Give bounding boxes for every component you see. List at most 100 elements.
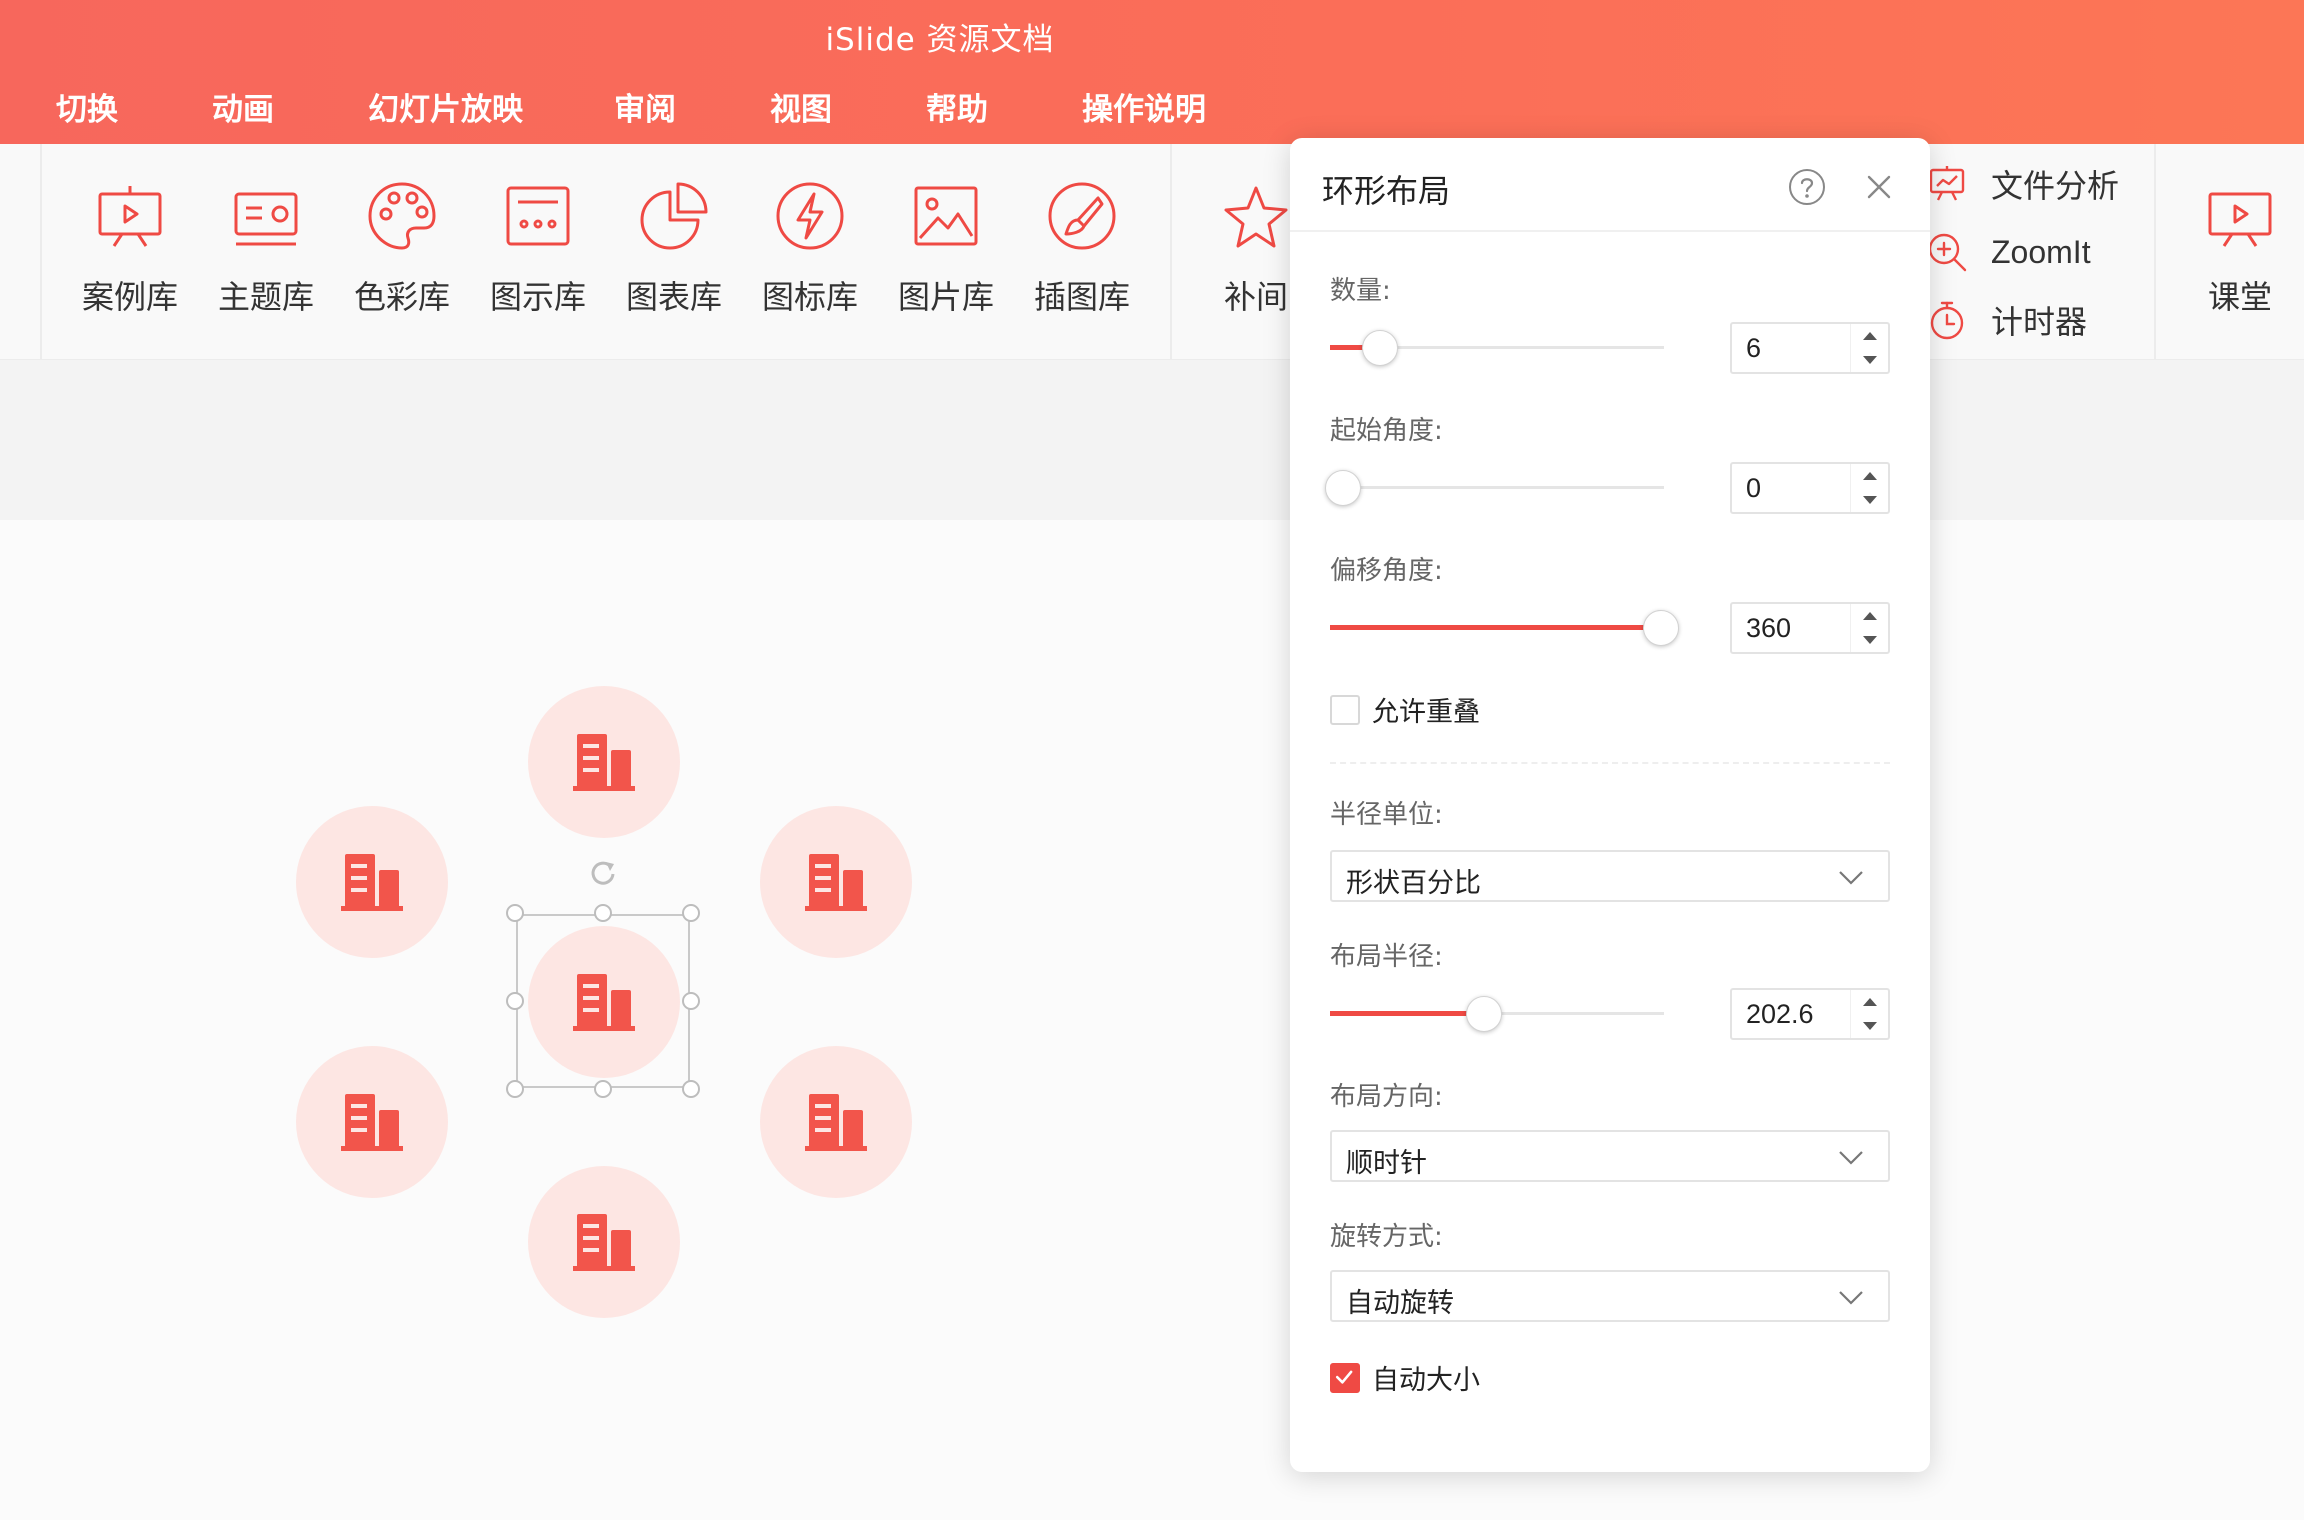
- stepper-up-icon[interactable]: [1851, 604, 1889, 628]
- menu-item-slideshow[interactable]: 幻灯片放映: [368, 84, 523, 129]
- start-angle-stepper[interactable]: [1730, 462, 1890, 514]
- stepper-down-icon[interactable]: [1851, 628, 1889, 652]
- ribbon-label: 计时器: [1991, 303, 2088, 341]
- circle-node[interactable]: [760, 806, 912, 958]
- radius-unit-select[interactable]: 形状百分比: [1330, 850, 1890, 902]
- ribbon-button-file-analysis[interactable]: 文件分析: [1925, 156, 2119, 212]
- ribbon-label: 图表库: [625, 278, 722, 316]
- layout-radius-input[interactable]: [1732, 990, 1852, 1038]
- ribbon-label: 色彩库: [353, 278, 450, 316]
- count-label: 数量:: [1330, 276, 1391, 306]
- circle-node[interactable]: [528, 1166, 680, 1318]
- stepper-up-icon[interactable]: [1851, 324, 1889, 348]
- slider-track: [1330, 486, 1664, 489]
- stepper-arrows: [1850, 604, 1888, 652]
- circle-node[interactable]: [760, 1046, 912, 1198]
- menu-item-view[interactable]: 视图: [770, 84, 832, 129]
- slider-fill: [1330, 1011, 1484, 1016]
- resize-handle[interactable]: [682, 1080, 700, 1098]
- ribbon-label: 文件分析: [1991, 167, 2120, 205]
- ribbon-button-zoomit[interactable]: ZoomIt: [1925, 224, 2091, 280]
- stepper-up-icon[interactable]: [1851, 990, 1889, 1014]
- radius-unit-value: 形状百分比: [1346, 868, 1481, 899]
- resize-handle[interactable]: [682, 992, 700, 1010]
- building-icon: [805, 854, 867, 911]
- ribbon-button-themes[interactable]: 主题库: [206, 174, 326, 318]
- close-icon[interactable]: [1864, 172, 1894, 202]
- ribbon-label: 图示库: [489, 278, 586, 316]
- resize-handle[interactable]: [506, 992, 524, 1010]
- layout-radius-stepper[interactable]: [1730, 988, 1890, 1040]
- building-icon: [341, 854, 403, 911]
- stepper-down-icon[interactable]: [1851, 488, 1889, 512]
- menu-item-help[interactable]: 帮助: [926, 84, 988, 129]
- layout-direction-select[interactable]: 顺时针: [1330, 1130, 1890, 1182]
- circle-node[interactable]: [296, 1046, 448, 1198]
- offset-angle-stepper[interactable]: [1730, 602, 1890, 654]
- ribbon-divider: [40, 144, 42, 360]
- diagram-icon: [506, 186, 570, 246]
- slider-thumb[interactable]: [1325, 470, 1362, 506]
- checkbox-box[interactable]: [1330, 694, 1360, 725]
- stepper-arrows: [1850, 324, 1888, 372]
- stepper-up-icon[interactable]: [1851, 464, 1889, 488]
- resize-handle[interactable]: [506, 904, 524, 922]
- rotation-mode-select[interactable]: 自动旋转: [1330, 1270, 1890, 1322]
- slider-thumb[interactable]: [1465, 996, 1502, 1032]
- ribbon-button-classroom[interactable]: 课堂: [2180, 174, 2300, 318]
- ribbon-button-pictures[interactable]: 图片库: [886, 174, 1006, 318]
- checkmark-icon: [1335, 1370, 1353, 1384]
- circle-node[interactable]: [296, 806, 448, 958]
- slider-thumb[interactable]: [1362, 330, 1399, 366]
- resize-handle[interactable]: [506, 1080, 524, 1098]
- theme-icon: [234, 192, 298, 246]
- allow-overlap-label: 允许重叠: [1372, 697, 1480, 728]
- allow-overlap-checkbox[interactable]: 允许重叠: [1330, 690, 1480, 729]
- start-angle-slider[interactable]: [1325, 470, 1664, 506]
- auto-size-checkbox[interactable]: 自动大小: [1330, 1358, 1480, 1397]
- ribbon-label: 插图库: [1033, 278, 1130, 316]
- presentation-icon: [98, 186, 162, 247]
- auto-size-label: 自动大小: [1372, 1365, 1480, 1396]
- menu-item-transitions[interactable]: 切换: [56, 84, 118, 129]
- help-icon[interactable]: [1788, 168, 1826, 206]
- menu-item-animations[interactable]: 动画: [212, 84, 274, 129]
- radius-unit-label: 半径单位:: [1330, 800, 1443, 830]
- menu-item-review[interactable]: 审阅: [614, 84, 676, 129]
- ribbon-button-colors[interactable]: 色彩库: [342, 174, 462, 318]
- offset-angle-input[interactable]: [1732, 604, 1852, 652]
- count-slider[interactable]: [1330, 330, 1664, 366]
- circle-node[interactable]: [528, 686, 680, 838]
- ribbon-button-timer[interactable]: 计时器: [1925, 292, 2087, 348]
- layout-direction-value: 顺时针: [1346, 1148, 1427, 1179]
- resize-handle[interactable]: [594, 1080, 612, 1098]
- count-stepper[interactable]: [1730, 322, 1890, 374]
- stepper-down-icon[interactable]: [1851, 348, 1889, 372]
- resize-handle[interactable]: [682, 904, 700, 922]
- ribbon-button-illustrations[interactable]: 插图库: [1022, 174, 1142, 318]
- section-divider: [1330, 762, 1890, 764]
- slide-canvas[interactable]: [0, 520, 2304, 1520]
- offset-angle-slider[interactable]: [1330, 610, 1679, 646]
- ribbon-divider: [2154, 144, 2156, 360]
- dialog-title: 环形布局: [1322, 172, 1451, 210]
- stepper-down-icon[interactable]: [1851, 1014, 1889, 1038]
- resize-handle[interactable]: [594, 904, 612, 922]
- classroom-icon: [2208, 192, 2272, 247]
- ribbon-button-cases[interactable]: 案例库: [70, 174, 190, 318]
- checkbox-box[interactable]: [1330, 1362, 1360, 1393]
- ribbon-button-icons[interactable]: 图标库: [750, 174, 870, 318]
- building-icon: [573, 734, 635, 791]
- menu-item-instructions[interactable]: 操作说明: [1082, 84, 1206, 129]
- picture-icon: [914, 186, 978, 246]
- start-angle-input[interactable]: [1732, 464, 1852, 512]
- layout-radius-slider[interactable]: [1330, 996, 1664, 1032]
- slider-thumb[interactable]: [1642, 610, 1679, 646]
- ribbon-label: 案例库: [81, 278, 178, 316]
- timer-icon: [1930, 301, 1964, 340]
- ribbon-divider: [1170, 144, 1172, 360]
- ribbon-button-diagrams[interactable]: 图示库: [478, 174, 598, 318]
- ribbon-button-charts[interactable]: 图表库: [614, 174, 734, 318]
- rotate-handle-icon[interactable]: [588, 858, 618, 888]
- count-input[interactable]: [1732, 324, 1852, 372]
